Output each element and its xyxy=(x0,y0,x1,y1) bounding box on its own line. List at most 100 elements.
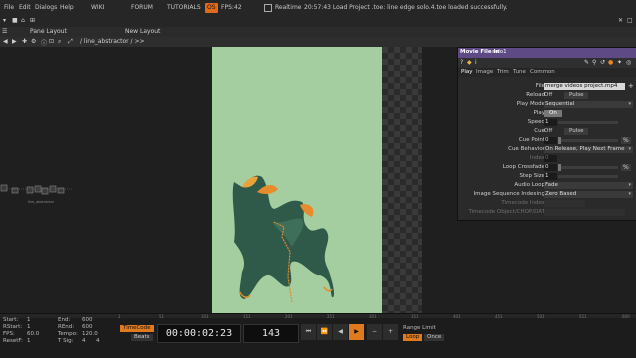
timecode-index-field[interactable] xyxy=(544,200,585,207)
skip-start-icon[interactable]: ⏮ xyxy=(301,324,316,340)
compass-icon[interactable]: ✦ xyxy=(617,59,622,66)
grid-icon[interactable]: ⊞ xyxy=(30,16,35,25)
expand-icon[interactable]: ⤢ xyxy=(68,38,73,46)
maximize-icon[interactable]: □ xyxy=(627,16,633,25)
play-icon[interactable]: ▶ xyxy=(349,324,364,340)
timecode-display[interactable]: 00:00:02:23 xyxy=(157,324,241,343)
reload-toggle[interactable]: Off xyxy=(544,92,552,98)
rend-label: REnd: xyxy=(58,324,75,330)
loop-button[interactable]: Loop xyxy=(403,334,423,341)
menu-forum[interactable]: FORUM xyxy=(131,3,153,13)
pin-icon[interactable]: ✚ xyxy=(22,38,27,45)
cue-pulse-button[interactable]: Pulse xyxy=(564,128,589,135)
param-reload: Reload Off Pulse xyxy=(458,91,636,100)
realtime-toggle[interactable]: Realtime xyxy=(264,3,302,13)
index-field[interactable]: 0 xyxy=(544,155,557,162)
resetf-value[interactable]: 1 xyxy=(27,338,31,344)
edit-icon[interactable]: ✎ xyxy=(584,59,589,66)
network-editor[interactable]: line_abstractor xyxy=(0,47,212,313)
pane-layout-button[interactable]: Pane Layout xyxy=(30,28,67,35)
param-cuepoint: Cue Point 0 % xyxy=(518,137,631,144)
hamburger-icon[interactable]: ☰ xyxy=(2,28,7,35)
new-layout-button[interactable]: New Layout xyxy=(125,28,160,35)
cuepoint-unit[interactable]: % xyxy=(621,137,631,144)
help-icon[interactable]: ? xyxy=(460,59,463,66)
rend-value[interactable]: 600 xyxy=(82,324,93,330)
loopcrossfade-slider[interactable] xyxy=(558,166,618,169)
reload-pulse-button[interactable]: Pulse xyxy=(564,92,589,99)
chevron-down-icon: ▾ xyxy=(628,182,631,188)
search-icon[interactable]: ⌕ xyxy=(58,38,61,46)
beats-mode-button[interactable]: Beats xyxy=(131,334,153,341)
info-icon[interactable]: i xyxy=(475,59,477,66)
step-back-icon[interactable]: − xyxy=(367,324,382,340)
tab-play[interactable]: Play xyxy=(461,69,472,75)
cuepoint-field[interactable]: 0 xyxy=(544,137,557,144)
menu-edit[interactable]: Edit xyxy=(19,3,31,13)
start-value[interactable]: 1 xyxy=(27,317,31,323)
step-forward-icon[interactable]: + xyxy=(383,324,398,340)
checkbox-icon[interactable] xyxy=(264,3,272,12)
fit-icon[interactable]: ⊡ xyxy=(49,38,54,45)
fps-value[interactable]: 60.0 xyxy=(27,331,39,337)
play-toggle[interactable]: On xyxy=(544,110,562,117)
speed-slider[interactable] xyxy=(558,121,618,124)
tab-common[interactable]: Common xyxy=(530,69,555,75)
frame-display[interactable]: 143 xyxy=(243,324,299,343)
video-viewer[interactable] xyxy=(212,47,382,313)
dropdown-icon[interactable]: ▾ xyxy=(3,16,6,25)
menu-dialogs[interactable]: Dialogs xyxy=(35,3,57,13)
cuepoint-slider[interactable] xyxy=(558,139,618,142)
globe-icon[interactable]: ◎ xyxy=(626,59,631,66)
stepsize-field[interactable]: 1 xyxy=(544,173,557,180)
tsig-numerator[interactable]: 4 xyxy=(82,338,86,344)
cue-toggle[interactable]: Off xyxy=(544,128,552,134)
imgseq-dropdown[interactable]: Zero Based ▾ xyxy=(544,191,633,198)
play-reverse-icon[interactable]: ◀ xyxy=(333,324,348,340)
loopcrossfade-field[interactable]: 0 xyxy=(544,164,557,171)
network-path[interactable]: / line_abstractor / >> xyxy=(80,38,145,45)
gear-icon[interactable]: ⚙ xyxy=(31,38,36,45)
tempo-value[interactable]: 120.0 xyxy=(82,331,98,337)
cuepoint-slider-knob[interactable] xyxy=(558,137,561,144)
tab-trim[interactable]: Trim xyxy=(497,69,509,75)
undo-icon[interactable]: ↺ xyxy=(600,59,605,66)
menu-wiki[interactable]: WIKI xyxy=(91,3,104,13)
file-field[interactable]: merge videos project.mp4 xyxy=(544,83,625,90)
color-icon[interactable]: ● xyxy=(608,59,613,66)
loopcrossfade-slider-knob[interactable] xyxy=(558,164,561,171)
param-header: Movie File In solo1 xyxy=(458,48,636,58)
playmode-dropdown[interactable]: Sequential ▾ xyxy=(544,101,633,108)
cuebehavior-dropdown[interactable]: On Release, Play Next Frame ▾ xyxy=(544,146,633,153)
timecode-mode-button[interactable]: TimeCode xyxy=(120,325,154,332)
forward-icon[interactable]: ▶ xyxy=(12,38,17,45)
op-name[interactable]: solo1 xyxy=(492,49,507,55)
filter-icon[interactable]: ⚲ xyxy=(592,59,596,66)
once-button[interactable]: Once xyxy=(424,334,445,341)
add-icon[interactable]: + xyxy=(628,82,634,90)
network-graph xyxy=(0,184,72,195)
home-icon[interactable]: ⌂ xyxy=(21,16,25,25)
loopcrossfade-unit[interactable]: % xyxy=(621,164,631,171)
param-index: Index 0 xyxy=(458,154,636,163)
speed-field[interactable]: 1 xyxy=(544,119,557,126)
tsig-denominator[interactable]: 4 xyxy=(96,338,100,344)
tab-tune[interactable]: Tune xyxy=(513,69,526,75)
stepsize-slider[interactable] xyxy=(558,175,618,178)
timecode-object-field[interactable] xyxy=(544,209,625,216)
end-value[interactable]: 600 xyxy=(82,317,93,323)
tab-image[interactable]: Image xyxy=(476,69,493,75)
menu-help[interactable]: Help xyxy=(60,3,74,13)
menu-tutorials[interactable]: TUTORIALS xyxy=(167,3,201,13)
info-icon[interactable]: ⓘ xyxy=(41,38,47,47)
back-icon[interactable]: ◀ xyxy=(3,38,8,45)
rewind-icon[interactable]: ⏪ xyxy=(317,324,332,340)
close-icon[interactable]: ✕ xyxy=(618,16,623,25)
param-cue: Cue Off Pulse xyxy=(458,127,636,136)
os-badge: OS xyxy=(205,3,218,13)
operator-icon[interactable]: ◆ xyxy=(467,59,472,66)
menu-file[interactable]: File xyxy=(4,3,14,13)
rstart-value[interactable]: 1 xyxy=(27,324,31,330)
square-icon[interactable]: ■ xyxy=(12,16,18,25)
audioloop-dropdown[interactable]: Fade ▾ xyxy=(544,182,633,189)
